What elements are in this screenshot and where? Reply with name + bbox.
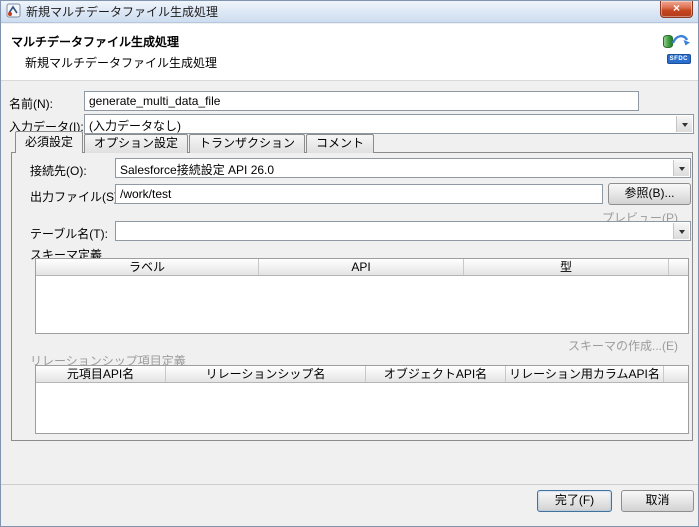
connection-value: Salesforce接続設定 API 26.0 <box>116 159 690 178</box>
table-name-label: テーブル名(T): <box>30 225 108 242</box>
connection-label: 接続先(O): <box>30 162 87 179</box>
required-settings-panel: 接続先(O): Salesforce接続設定 API 26.0 出力ファイル(S… <box>11 152 693 441</box>
schema-col-label[interactable]: ラベル <box>36 259 259 275</box>
chevron-down-icon[interactable] <box>673 160 689 176</box>
rel-col-source-api[interactable]: 元項目API名 <box>36 366 166 382</box>
chevron-down-icon[interactable] <box>676 116 692 132</box>
schema-col-filler <box>669 259 688 275</box>
name-input[interactable] <box>84 91 639 111</box>
connection-combobox[interactable]: Salesforce接続設定 API 26.0 <box>115 158 691 178</box>
cancel-button[interactable]: 取消 <box>621 490 694 512</box>
close-icon: × <box>673 1 680 15</box>
header-banner: マルチデータファイル生成処理 新規マルチデータファイル生成処理 SFDC <box>1 24 698 81</box>
salesforce-generator-icon: SFDC <box>663 32 691 64</box>
browse-button[interactable]: 参照(B)... <box>608 183 691 205</box>
relationship-table-body[interactable] <box>36 383 688 433</box>
schema-col-type[interactable]: 型 <box>464 259 669 275</box>
tab-bar: 必須設定 オプション設定 トランザクション コメント <box>11 131 375 153</box>
relationship-table: 元項目API名 リレーションシップ名 オブジェクトAPI名 リレーション用カラム… <box>35 365 689 434</box>
schema-table-header: ラベル API 型 <box>36 259 688 276</box>
output-file-input[interactable] <box>115 184 603 204</box>
name-label: 名前(N): <box>9 95 53 112</box>
rel-col-relationship-name[interactable]: リレーションシップ名 <box>166 366 366 382</box>
footer-divider <box>1 484 698 485</box>
rel-col-filler <box>664 366 688 382</box>
relationship-table-header: 元項目API名 リレーションシップ名 オブジェクトAPI名 リレーション用カラム… <box>36 366 688 383</box>
finish-button[interactable]: 完了(F) <box>537 490 612 512</box>
close-button[interactable]: × <box>660 1 693 18</box>
tab-option-settings[interactable]: オプション設定 <box>84 134 188 153</box>
chevron-down-icon[interactable] <box>673 223 689 239</box>
create-schema-button[interactable]: スキーマの作成...(E) <box>568 337 678 354</box>
header-title: マルチデータファイル生成処理 <box>11 33 179 50</box>
tab-comment[interactable]: コメント <box>306 134 374 153</box>
dialog-window: 新規マルチデータファイル生成処理 × マルチデータファイル生成処理 新規マルチデ… <box>0 0 699 527</box>
output-file-label: 出力ファイル(S): <box>30 188 121 205</box>
icon-badge: SFDC <box>667 54 691 64</box>
app-icon <box>6 3 21 21</box>
schema-table-body[interactable] <box>36 276 688 333</box>
table-name-combobox[interactable] <box>115 221 691 241</box>
rel-col-object-api[interactable]: オブジェクトAPI名 <box>366 366 506 382</box>
schema-table: ラベル API 型 <box>35 258 689 334</box>
tab-transaction[interactable]: トランザクション <box>189 134 305 153</box>
tab-required-settings[interactable]: 必須設定 <box>15 131 83 153</box>
table-name-value <box>116 222 690 224</box>
window-title: 新規マルチデータファイル生成処理 <box>26 3 218 20</box>
rel-col-column-api[interactable]: リレーション用カラムAPI名 <box>506 366 664 382</box>
header-subtitle: 新規マルチデータファイル生成処理 <box>25 54 217 71</box>
sync-arrow-icon <box>671 32 691 51</box>
title-bar[interactable]: 新規マルチデータファイル生成処理 × <box>1 1 698 23</box>
schema-col-api[interactable]: API <box>259 259 464 275</box>
